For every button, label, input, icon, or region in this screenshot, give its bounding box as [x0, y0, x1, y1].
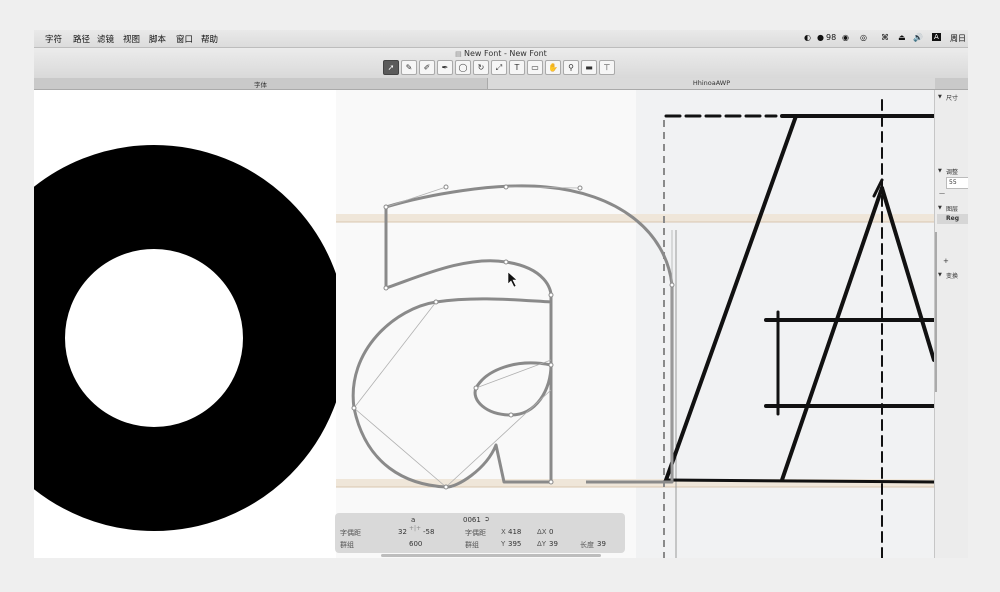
- add-layer-button[interactable]: +: [943, 257, 949, 265]
- glyph-info-panel: a 0061 ➲ 字偶距 32 +|+ -58 群组 600 字偶距 群组 X …: [335, 513, 625, 553]
- scale-tool-icon: ⤢: [495, 63, 503, 72]
- length-label: 长度: [580, 541, 594, 549]
- right-inspector-panel: ▼ 尺寸 ▼ 调整 55 — ▼ 图层 Reg + ▼ 变换: [934, 90, 968, 558]
- tt-tool-icon: ⊤: [603, 63, 611, 72]
- menu-window[interactable]: 窗口: [176, 33, 193, 45]
- eye-icon[interactable]: ◎: [860, 33, 867, 42]
- menu-script[interactable]: 脚本: [149, 33, 166, 45]
- dx-label: ΔX: [537, 528, 547, 536]
- layer-row[interactable]: Reg: [937, 214, 968, 224]
- glyph-preview-o: [34, 145, 347, 531]
- transform-label: 变换: [946, 273, 959, 280]
- lsb-value: 32: [398, 528, 407, 536]
- info-arrow-icon[interactable]: ➲: [484, 515, 490, 523]
- volume-icon[interactable]: 🔊: [913, 33, 923, 42]
- menu-bar: 字符 路径 滤镜 视图 脚本 窗口 帮助 ◐ ● 98 ◉ ◎ ⌘ ⏏ 🔊 A …: [34, 30, 968, 48]
- mouse-cursor: [507, 271, 518, 288]
- measure-tool-icon: ▬: [585, 63, 593, 72]
- pencil-tool-button[interactable]: ✐: [419, 60, 435, 75]
- pencil-tool-icon: ✐: [423, 63, 431, 72]
- collapse-arrow-icon[interactable]: ▼: [938, 168, 942, 174]
- glyph-name: a: [411, 516, 416, 524]
- measure-tool-button[interactable]: ▬: [581, 60, 597, 75]
- text-tool-button[interactable]: T: [509, 60, 525, 75]
- window-title: New Font - New Font: [464, 49, 547, 58]
- collapse-arrow-icon[interactable]: ▼: [938, 94, 942, 100]
- width-value: 600: [409, 540, 423, 548]
- shape-tool-icon: ◯: [458, 63, 468, 72]
- percent-value: 98: [826, 33, 837, 42]
- x-value: 418: [508, 528, 522, 536]
- annotation-tool-icon: ▭: [531, 63, 539, 72]
- menu-path[interactable]: 路径: [73, 33, 90, 45]
- panel-scrollbar[interactable]: [935, 232, 937, 392]
- kern-label: 字偶距: [465, 529, 486, 537]
- zoom-tool-icon: ⚲: [568, 63, 574, 72]
- tab-bar: 字体 HhinoaAWP: [34, 78, 968, 90]
- menu-filter[interactable]: 滤镜: [97, 33, 114, 45]
- menu-glyph[interactable]: 字符: [45, 33, 62, 45]
- select-tool-icon: ➚: [387, 63, 395, 72]
- canvas-scrollbar[interactable]: [381, 554, 601, 557]
- dimensions-label: 尺寸: [946, 95, 959, 102]
- menu-view[interactable]: 视图: [123, 33, 140, 45]
- rotate-tool-button[interactable]: ↻: [473, 60, 489, 75]
- rsb-value: -58: [423, 528, 435, 536]
- adjust-value-field[interactable]: 55: [946, 177, 968, 189]
- select-tool-button[interactable]: ➚: [383, 60, 399, 75]
- tt-tool-button[interactable]: ⊤: [599, 60, 615, 75]
- rotate-tool-icon: ↻: [477, 63, 485, 72]
- x-label: X: [501, 528, 506, 536]
- input-source-icon[interactable]: A: [932, 33, 941, 41]
- scale-tool-button[interactable]: ⤢: [491, 60, 507, 75]
- glyph-unicode: 0061: [463, 516, 481, 524]
- theme-icon[interactable]: ◐: [804, 33, 811, 42]
- dy-label: ΔY: [537, 540, 547, 548]
- dy-value: 39: [549, 540, 558, 548]
- hand-tool-icon: ✋: [548, 63, 558, 72]
- pen-tool-icon: ✎: [405, 63, 413, 72]
- text-tool-icon: T: [514, 63, 520, 72]
- group-label: 群组: [465, 541, 479, 549]
- glyph-editor-canvas[interactable]: [336, 90, 934, 558]
- clock-text: 周日: [950, 34, 966, 43]
- app-icon[interactable]: ◉: [842, 33, 849, 42]
- notification-icon[interactable]: ●: [817, 33, 824, 42]
- tab-text-preview[interactable]: HhinoaAWP: [487, 78, 935, 89]
- brush-tool-icon: ✒: [441, 63, 449, 72]
- annotation-tool-button[interactable]: ▭: [527, 60, 543, 75]
- shape-tool-button[interactable]: ◯: [455, 60, 471, 75]
- y-value: 395: [508, 540, 522, 548]
- dx-value: 0: [549, 528, 554, 536]
- eject-icon[interactable]: ⏏: [898, 33, 906, 42]
- tab-font[interactable]: 字体: [34, 79, 487, 89]
- hand-tool-button[interactable]: ✋: [545, 60, 561, 75]
- width-label: 群组: [340, 541, 354, 549]
- network-icon[interactable]: ⌘: [881, 33, 889, 42]
- adjust-label: 调整: [946, 169, 959, 176]
- glyph-preview-panel: [34, 90, 347, 558]
- lsb-label: 字偶距: [340, 529, 361, 537]
- app-screen: 字符 路径 滤镜 视图 脚本 窗口 帮助 ◐ ● 98 ◉ ◎ ⌘ ⏏ 🔊 A …: [34, 30, 968, 558]
- pen-tool-button[interactable]: ✎: [401, 60, 417, 75]
- zoom-tool-button[interactable]: ⚲: [563, 60, 579, 75]
- length-value: 39: [597, 540, 606, 548]
- sidebearing-icon: +|+: [409, 525, 422, 532]
- menu-help[interactable]: 帮助: [201, 33, 218, 45]
- minus-button[interactable]: —: [939, 190, 945, 197]
- collapse-arrow-icon[interactable]: ▼: [938, 272, 942, 278]
- document-icon: ▤: [455, 50, 465, 58]
- y-label: Y: [501, 540, 506, 548]
- window-titlebar: ▤ New Font - New Font ➚ ✎ ✐ ✒ ◯ ↻ ⤢ T ▭ ✋ ⚲ ▬ ⊤: [34, 48, 968, 78]
- collapse-arrow-icon[interactable]: ▼: [938, 205, 942, 211]
- layer-name: Reg: [946, 215, 959, 222]
- glyph-outline: [336, 90, 934, 558]
- tool-bar: ➚ ✎ ✐ ✒ ◯ ↻ ⤢ T ▭ ✋ ⚲ ▬ ⊤: [383, 60, 615, 76]
- brush-tool-button[interactable]: ✒: [437, 60, 453, 75]
- layers-label: 图层: [946, 206, 959, 213]
